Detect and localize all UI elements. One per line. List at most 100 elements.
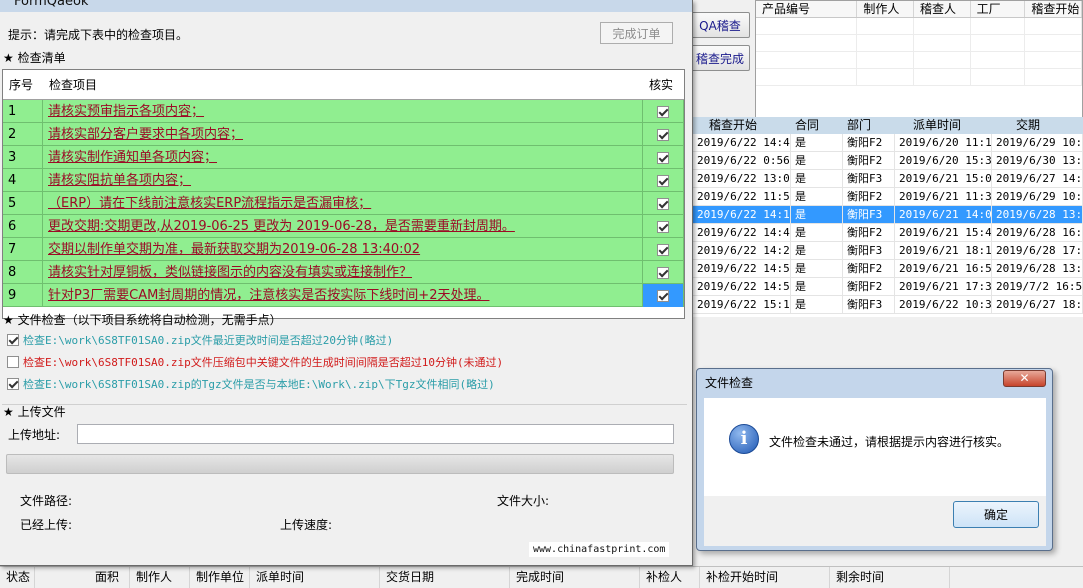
checklist-section-title: ★ 检查清单: [3, 51, 66, 65]
verify-cell[interactable]: [643, 261, 684, 284]
table-row[interactable]: 2019/6/22 14:42 是衡阳F2 2019/6/20 11:15 2019/…: [693, 134, 1083, 152]
verify-checkbox[interactable]: [657, 128, 669, 141]
main-grid-col-contract[interactable]: 合同: [791, 117, 843, 134]
checklist-row[interactable]: 6 更改交期:交期更改,从2019-06-25 更改为 2019-06-28，是否…: [3, 215, 684, 238]
verify-cell[interactable]: [643, 146, 684, 169]
bottom-col-recheck-person[interactable]: 补检人: [640, 567, 700, 588]
row-number: 2: [3, 123, 43, 146]
verify-cell[interactable]: [643, 100, 684, 123]
table-row[interactable]: 2019/6/22 11:56 是衡阳F2 2019/6/21 11:35 2019/…: [693, 188, 1083, 206]
complete-order-button[interactable]: 完成订单: [600, 22, 673, 44]
check-item-link[interactable]: 请核实阻抗单各项内容；: [43, 169, 643, 192]
qa-audit-button[interactable]: QA稽查: [690, 12, 750, 38]
verify-checkbox[interactable]: [657, 243, 669, 256]
verify-checkbox[interactable]: [657, 151, 669, 164]
cell-audit-start: 2019/6/22 14:18: [693, 206, 791, 223]
upload-progress-bar: [6, 454, 674, 474]
checklist-row[interactable]: 1 请核实预审指示各项内容；: [3, 100, 684, 123]
table-row[interactable]: 2019/6/22 13:07 是衡阳F3 2019/6/21 15:04 2019/…: [693, 170, 1083, 188]
main-grid[interactable]: 稽查开始 合同 部门 派单时间 交期 2019/6/22 14:42 是衡阳F2 2…: [693, 117, 1083, 317]
verify-cell[interactable]: [643, 238, 684, 261]
verify-cell[interactable]: [643, 169, 684, 192]
row-number: 9: [3, 284, 43, 307]
checklist-row[interactable]: 4 请核实阻抗单各项内容；: [3, 169, 684, 192]
cell-dept: 衡阳F3: [843, 170, 895, 187]
main-grid-col-due[interactable]: 交期: [992, 117, 1083, 134]
verify-cell[interactable]: [643, 192, 684, 215]
form-title: FormQaeok: [14, 0, 89, 9]
table-row[interactable]: 2019/6/22 14:58 是衡阳F2 2019/6/21 17:35 2019/…: [693, 278, 1083, 296]
verify-cell[interactable]: [643, 284, 684, 307]
checklist-row[interactable]: 2 请核实部分客户要求中各项内容；: [3, 123, 684, 146]
cell-dept: 衡阳F2: [843, 134, 895, 151]
bottom-col-finish[interactable]: 完成时间: [510, 567, 640, 588]
checklist-row[interactable]: 8 请核实针对厚铜板，类似链接图示的内容没有填实或连接制作？: [3, 261, 684, 284]
bottom-col-remaining[interactable]: 剩余时间: [830, 567, 950, 588]
verify-checkbox[interactable]: [657, 266, 669, 279]
top-grid-col-maker[interactable]: 制作人: [857, 1, 914, 17]
cell-due: 2019/6/28 13:42: [992, 260, 1083, 277]
main-grid-col-dispatch[interactable]: 派单时间: [895, 117, 992, 134]
top-grid-empty-row: [756, 35, 1082, 52]
check-item-link[interactable]: 请核实针对厚铜板，类似链接图示的内容没有填实或连接制作？: [43, 261, 643, 284]
cell-dispatch: 2019/6/21 16:52: [895, 260, 992, 277]
verify-checkbox[interactable]: [657, 197, 669, 210]
form-title-bar[interactable]: FormQaeok: [0, 0, 692, 12]
cell-dept: 衡阳F3: [843, 242, 895, 259]
bottom-col-dispatch[interactable]: 派单时间: [250, 567, 380, 588]
main-grid-col-audit-start[interactable]: 稽查开始: [693, 117, 791, 134]
table-row[interactable]: 2019/6/22 14:28 是衡阳F3 2019/6/21 18:19 2019/…: [693, 242, 1083, 260]
checklist-row[interactable]: 9 针对P3厂需要CAM封周期的情况，注意核实是否按实际下线时间+2天处理。: [3, 284, 684, 307]
check-item-link[interactable]: 请核实制作通知单各项内容；: [43, 146, 643, 169]
bottom-col-delivery[interactable]: 交货日期: [380, 567, 510, 588]
verify-checkbox[interactable]: [657, 289, 669, 302]
bottom-col-status[interactable]: 状态: [0, 567, 35, 588]
top-grid-col-product-no[interactable]: 产品编号: [756, 1, 858, 17]
checklist-row[interactable]: 3 请核实制作通知单各项内容；: [3, 146, 684, 169]
table-row[interactable]: 2019/6/22 14:43 是衡阳F2 2019/6/21 15:45 2019/…: [693, 224, 1083, 242]
top-grid-col-audit-start[interactable]: 稽查开始: [1025, 1, 1082, 17]
top-grid[interactable]: 产品编号 制作人 稽查人 工厂 稽查开始: [755, 0, 1083, 124]
check-item-link[interactable]: （ERP）请在下线前注意核实ERP流程指示是否漏审核；: [43, 192, 643, 215]
file-size-label: 文件大小:: [497, 494, 550, 508]
top-grid-header: 产品编号 制作人 稽查人 工厂 稽查开始: [756, 1, 1082, 18]
checklist-row[interactable]: 7 交期以制作单交期为准，最新获取交期为2019-06-28 13:40:02: [3, 238, 684, 261]
check-item-link[interactable]: 针对P3厂需要CAM封周期的情况，注意核实是否按实际下线时间+2天处理。: [43, 284, 643, 307]
upload-address-input[interactable]: [77, 424, 674, 444]
checklist-row[interactable]: 5 （ERP）请在下线前注意核实ERP流程指示是否漏审核；: [3, 192, 684, 215]
cell-dept: 衡阳F2: [843, 278, 895, 295]
top-grid-col-auditor[interactable]: 稽查人: [914, 1, 971, 17]
form-qaeok-window: FormQaeok 提示：请完成下表中的检查项目。 完成订单 ★ 检查清单 序号…: [0, 0, 693, 566]
cell-due: 2019/6/30 13:36: [992, 152, 1083, 169]
ok-button[interactable]: 确定: [953, 501, 1039, 528]
check-item-link[interactable]: 交期以制作单交期为准，最新获取交期为2019-06-28 13:40:02: [43, 238, 643, 261]
audit-complete-button[interactable]: 稽查完成: [690, 45, 750, 71]
close-icon[interactable]: ✕: [1003, 370, 1046, 387]
bottom-col-maker-unit[interactable]: 制作单位: [190, 567, 250, 588]
verify-checkbox[interactable]: [657, 220, 669, 233]
table-row[interactable]: 2019/6/22 0:56 是衡阳F2 2019/6/20 15:31 2019/6…: [693, 152, 1083, 170]
verify-cell[interactable]: [643, 215, 684, 238]
cell-audit-start: 2019/6/22 14:52: [693, 260, 791, 277]
checklist-header: 序号 检查项目 核实: [3, 70, 684, 100]
verify-checkbox[interactable]: [657, 105, 669, 118]
table-row[interactable]: 2019/6/22 14:18 是衡阳F3 2019/6/21 14:09 2019/…: [693, 206, 1083, 224]
top-grid-col-factory[interactable]: 工厂: [971, 1, 1026, 17]
check-item-link[interactable]: 请核实部分客户要求中各项内容；: [43, 123, 643, 146]
verify-checkbox[interactable]: [657, 174, 669, 187]
bottom-col-area[interactable]: 面积: [35, 567, 130, 588]
check-item-link[interactable]: 更改交期:交期更改,从2019-06-25 更改为 2019-06-28，是否需…: [43, 215, 643, 238]
file-check-text: 检查E:\work\6S8TF01SA0.zip文件压缩包中关键文件的生成时间间…: [23, 356, 504, 369]
info-icon: i: [729, 424, 759, 454]
bottom-col-recheck-start[interactable]: 补检开始时间: [700, 567, 830, 588]
table-row[interactable]: 2019/6/22 15:16 是衡阳F3 2019/6/22 10:31 2019/…: [693, 296, 1083, 314]
row-number: 7: [3, 238, 43, 261]
cell-contract: 是: [791, 152, 843, 169]
bottom-col-maker[interactable]: 制作人: [130, 567, 190, 588]
cell-due: 2019/6/28 17:23: [992, 242, 1083, 259]
file-path-label: 文件路径:: [20, 494, 73, 508]
table-row[interactable]: 2019/6/22 14:52 是衡阳F2 2019/6/21 16:52 2019/…: [693, 260, 1083, 278]
main-grid-col-dept[interactable]: 部门: [843, 117, 895, 134]
verify-cell[interactable]: [643, 123, 684, 146]
check-item-link[interactable]: 请核实预审指示各项内容；: [43, 100, 643, 123]
